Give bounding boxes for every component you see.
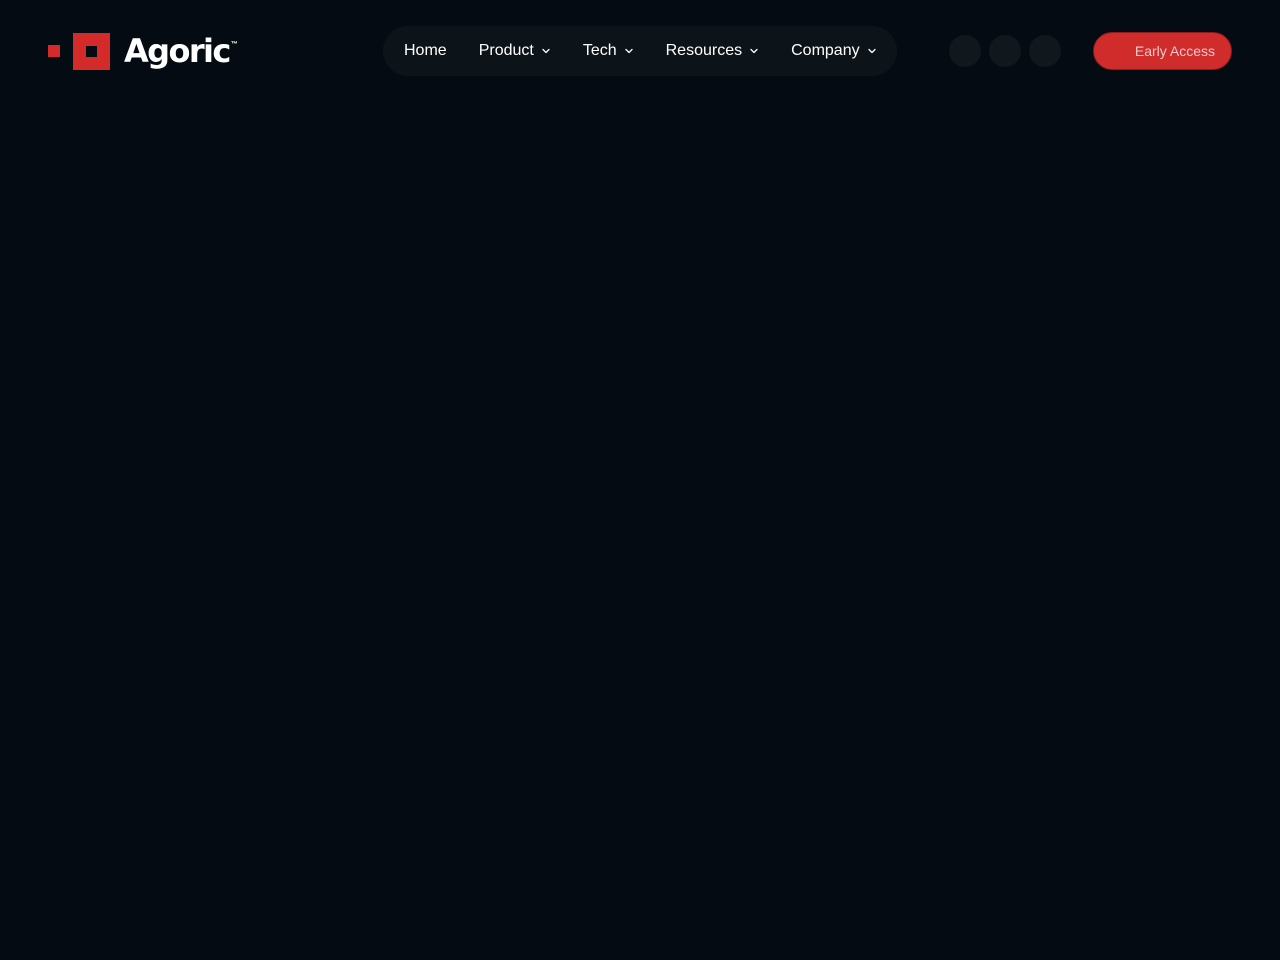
nav-item-tech[interactable]: Tech [583,26,634,76]
page: Agoric ™ Home Product Tech Resources Com… [0,0,1280,960]
chevron-down-icon [624,46,634,56]
main-nav: Home Product Tech Resources Company [383,26,897,76]
logo-wordmark: Agoric [124,32,231,70]
logo-trademark: ™ [230,41,238,48]
nav-item-label: Resources [665,42,743,59]
chevron-down-icon [541,46,551,56]
chevron-down-icon [867,46,877,56]
nav-item-label: Company [791,42,860,59]
nav-item-label: Product [478,42,534,59]
social-links [949,35,1069,67]
social-icon[interactable] [949,35,981,67]
nav-item-label: Tech [582,42,617,59]
nav-item-product[interactable]: Product [479,26,551,76]
social-icon[interactable] [1029,35,1061,67]
nav-item-resources[interactable]: Resources [666,26,759,76]
nav-item-company[interactable]: Company [791,26,876,76]
main-content [0,100,1280,960]
logo-big-square-icon [73,32,110,70]
early-access-label: Early Access [1134,43,1215,59]
agoric-logo[interactable]: Agoric ™ [48,32,238,70]
site-header: Agoric ™ Home Product Tech Resources Com… [0,0,1280,100]
early-access-button[interactable]: Early Access [1093,32,1232,70]
nav-item-label: Home [404,42,447,59]
logo-small-square-icon [48,45,60,57]
chevron-down-icon [749,46,759,56]
nav-item-home[interactable]: Home [404,26,447,76]
social-icon[interactable] [989,35,1021,67]
